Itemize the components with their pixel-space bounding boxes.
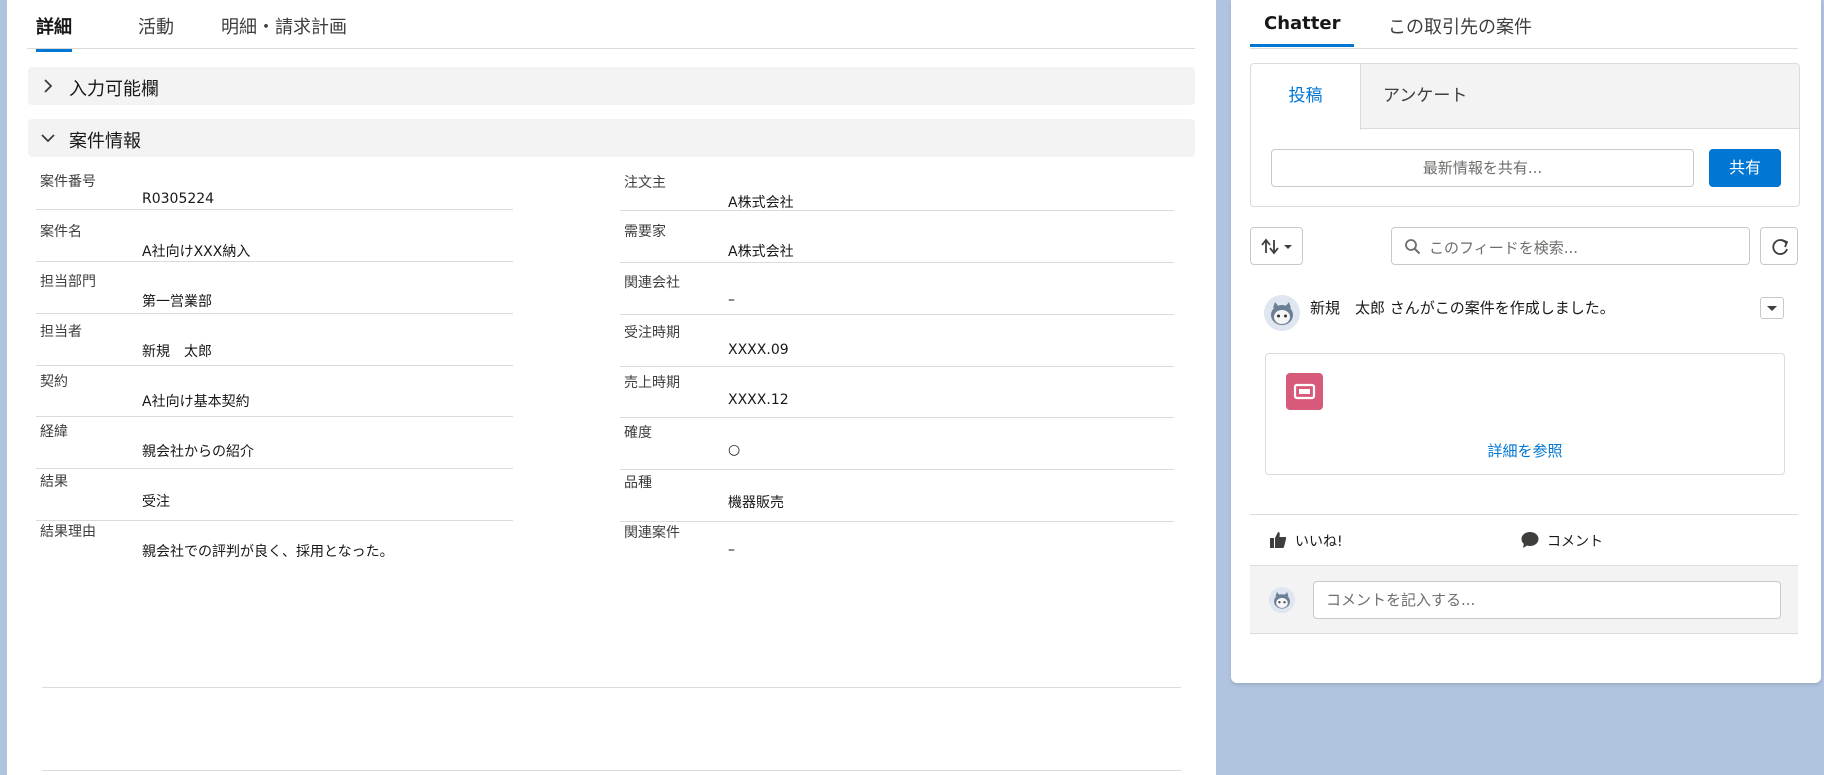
field-label: 売上時期: [624, 375, 680, 391]
section-title: 案件情報: [69, 131, 141, 152]
field-value: 親会社からの紹介: [142, 444, 254, 460]
field-label: 結果理由: [40, 524, 96, 540]
field-order-period: 受注時期 XXXX.09: [620, 315, 1174, 367]
field-label: 注文主: [624, 175, 666, 191]
avatar[interactable]: [1264, 295, 1300, 331]
chevron-right-icon: [44, 79, 53, 93]
field-value: –: [728, 292, 735, 308]
field-contract: 契約 A社向け基本契約: [36, 366, 513, 417]
comment-area: コメントを記入する...: [1250, 565, 1798, 634]
field-value: 受注: [142, 494, 170, 510]
divider: [42, 687, 1181, 688]
record-glyph: [1293, 383, 1316, 400]
view-details-link[interactable]: 詳細を参照: [1266, 440, 1784, 461]
field-value: A株式会社: [728, 244, 794, 260]
comment-icon: [1521, 532, 1539, 548]
field-label: 結果: [40, 474, 68, 490]
field-end-user: 需要家 A株式会社: [620, 211, 1174, 263]
record-detail-panel: 詳細 活動 明細・請求計画 入力可能欄 案件情報 案件番号 R0305224 案…: [7, 0, 1216, 775]
avatar-image: [1264, 295, 1300, 331]
tab-line-items[interactable]: 明細・請求計画: [221, 13, 347, 51]
field-result: 結果 受注: [36, 469, 513, 521]
field-result-reason: 結果理由 親会社での評判が良く、採用となった。: [36, 521, 513, 573]
search-placeholder: このフィードを検索...: [1429, 239, 1579, 257]
field-label: 確度: [624, 425, 652, 441]
share-input[interactable]: 最新情報を共有...: [1271, 149, 1694, 187]
field-label: 経緯: [40, 424, 68, 440]
field-orderer: 注文主 A株式会社: [620, 169, 1174, 211]
field-value: XXXX.12: [728, 392, 789, 408]
tab-account-deals[interactable]: この取引先の案件: [1388, 13, 1532, 51]
tab-poll[interactable]: アンケート: [1383, 64, 1467, 129]
field-label: 契約: [40, 374, 68, 390]
chevron-down-icon: [41, 134, 55, 143]
field-related-deal: 関連案件 –: [620, 522, 1174, 574]
tab-post[interactable]: 投稿: [1251, 64, 1361, 130]
field-label: 関連会社: [624, 275, 680, 291]
like-icon: [1270, 532, 1287, 548]
field-value: 新規 太郎: [142, 344, 212, 360]
field-product-type: 品種 機器販売: [620, 470, 1174, 522]
tab-details[interactable]: 詳細: [36, 13, 72, 52]
share-button[interactable]: 共有: [1709, 149, 1781, 187]
field-value: ○: [728, 442, 741, 458]
field-value: A社向けXXX納入: [142, 244, 251, 260]
field-label: 需要家: [624, 224, 666, 240]
field-label: 担当部門: [40, 274, 96, 290]
post-text: 新規 太郎 さんがこの案件を作成しました。: [1310, 299, 1615, 317]
field-deal-number: 案件番号 R0305224: [36, 169, 513, 210]
field-label: 担当者: [40, 324, 82, 340]
field-label: 受注時期: [624, 325, 680, 341]
field-value: A社向け基本契約: [142, 394, 250, 410]
field-related-company: 関連会社 –: [620, 263, 1174, 315]
comment-label: コメント: [1547, 534, 1603, 550]
sort-icon: [1261, 238, 1292, 255]
publisher: 投稿 アンケート 最新情報を共有... 共有: [1250, 63, 1800, 207]
field-value: 親会社での評判が良く、採用となった。: [142, 544, 394, 560]
record-tabs: 詳細 活動 明細・請求計画: [27, 0, 1195, 52]
field-sales-period: 売上時期 XXXX.12: [620, 367, 1174, 418]
field-label: 品種: [624, 475, 652, 491]
tab-activity[interactable]: 活動: [138, 13, 174, 51]
field-value: 第一営業部: [142, 294, 212, 310]
section-title: 入力可能欄: [69, 79, 159, 100]
post-menu-button[interactable]: [1760, 297, 1784, 319]
field-column-left: 案件番号 R0305224 案件名 A社向けXXX納入 担当部門 第一営業部 担…: [36, 169, 513, 573]
field-label: 案件番号: [40, 174, 96, 190]
comment-input[interactable]: コメントを記入する...: [1313, 581, 1781, 619]
field-value: A株式会社: [728, 195, 794, 211]
chatter-panel: Chatter この取引先の案件 投稿 アンケート 最新情報を共有... 共有 …: [1231, 0, 1821, 683]
field-label: 案件名: [40, 224, 82, 240]
divider: [1250, 514, 1798, 515]
field-value: 機器販売: [728, 495, 784, 511]
field-label: 関連案件: [624, 525, 680, 541]
refresh-icon: [1772, 239, 1789, 255]
avatar-image: [1269, 587, 1295, 613]
field-value: –: [728, 542, 735, 558]
chatter-tabs: Chatter この取引先の案件: [1250, 0, 1798, 49]
field-value: R0305224: [142, 191, 215, 207]
record-icon: [1286, 373, 1323, 410]
field-deal-name: 案件名 A社向けXXX納入: [36, 210, 513, 262]
feed-search-input[interactable]: このフィードを検索...: [1391, 227, 1750, 265]
section-input-fields[interactable]: 入力可能欄: [28, 67, 1195, 105]
field-value: XXXX.09: [728, 342, 789, 358]
avatar: [1269, 587, 1295, 613]
field-background: 経緯 親会社からの紹介: [36, 417, 513, 469]
divider: [42, 770, 1181, 771]
record-preview-card: 詳細を参照: [1265, 353, 1785, 475]
chevron-down-icon: [1767, 306, 1777, 311]
field-department: 担当部門 第一営業部: [36, 262, 513, 314]
field-probability: 確度 ○: [620, 418, 1174, 470]
field-owner: 担当者 新規 太郎: [36, 314, 513, 366]
like-label: いいね!: [1295, 534, 1343, 550]
search-icon: [1405, 239, 1421, 255]
publisher-tabs: 投稿 アンケート: [1251, 64, 1799, 130]
refresh-button[interactable]: [1760, 227, 1798, 265]
sort-button[interactable]: [1250, 227, 1303, 265]
field-column-right: 注文主 A株式会社 需要家 A株式会社 関連会社 – 受注時期 XXXX.09 …: [620, 169, 1174, 574]
section-deal-info[interactable]: 案件情報: [28, 119, 1195, 157]
tab-chatter[interactable]: Chatter: [1250, 13, 1355, 47]
